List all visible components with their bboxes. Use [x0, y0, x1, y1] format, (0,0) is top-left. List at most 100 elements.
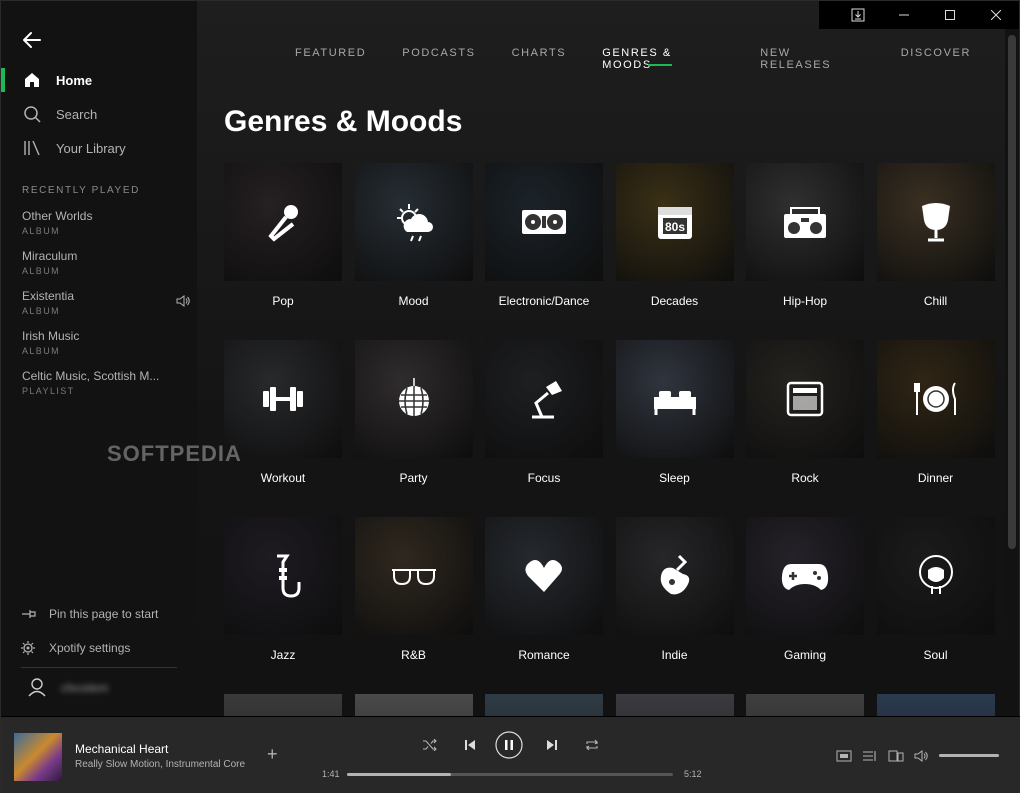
- microphone-icon: [258, 197, 308, 247]
- sidebar: Home Search Your Library RECENTLY PLAYED…: [1, 1, 197, 716]
- queue-icon[interactable]: [859, 750, 881, 762]
- tab-discover[interactable]: DISCOVER: [901, 47, 971, 67]
- genre-tile[interactable]: [485, 694, 603, 716]
- genre-tile[interactable]: [224, 163, 342, 281]
- genre-card-partial[interactable]: [224, 694, 342, 716]
- genre-card-electronic-dance[interactable]: Electronic/Dance: [485, 163, 603, 308]
- genre-label: Soul: [923, 648, 948, 662]
- genre-card-partial[interactable]: [615, 694, 734, 716]
- genre-card-party[interactable]: Party: [354, 340, 473, 485]
- pin-page-button[interactable]: Pin this page to start: [21, 597, 177, 631]
- genre-label: Dinner: [917, 471, 954, 485]
- tab-podcasts[interactable]: PODCASTS: [402, 47, 475, 67]
- genre-tile[interactable]: [876, 517, 995, 635]
- sunglasses-icon: [389, 551, 439, 601]
- gear-icon: [21, 641, 37, 655]
- download-icon[interactable]: [835, 1, 881, 29]
- genre-tile[interactable]: [876, 163, 995, 281]
- nav-item-library[interactable]: Your Library: [1, 131, 197, 165]
- genre-card-indie[interactable]: Indie: [615, 517, 734, 662]
- genre-tile[interactable]: [615, 340, 734, 458]
- library-icon: [22, 138, 42, 158]
- add-icon[interactable]: +: [267, 745, 278, 763]
- genre-card-sleep[interactable]: Sleep: [615, 340, 734, 485]
- minimize-icon[interactable]: [881, 1, 927, 29]
- tab-featured[interactable]: FEATURED: [295, 47, 366, 67]
- genre-tile[interactable]: [615, 694, 734, 716]
- genre-tile[interactable]: [485, 340, 603, 458]
- genre-tile[interactable]: [615, 517, 734, 635]
- genre-tile[interactable]: [746, 163, 864, 281]
- recent-item[interactable]: Miraculum ALBUM: [22, 249, 182, 289]
- genre-tile[interactable]: [746, 694, 864, 716]
- repeat-icon[interactable]: [581, 731, 603, 759]
- genre-card-decades[interactable]: 80s Decades: [615, 163, 734, 308]
- genre-card-pop[interactable]: Pop: [224, 163, 342, 308]
- genre-card-soul[interactable]: Soul: [876, 517, 995, 662]
- genre-card-mood[interactable]: Mood: [354, 163, 473, 308]
- genre-card-focus[interactable]: Focus: [485, 340, 603, 485]
- genre-tile[interactable]: [224, 694, 342, 716]
- previous-icon[interactable]: [459, 731, 481, 759]
- genre-card-dinner[interactable]: Dinner: [876, 340, 995, 485]
- tab-charts[interactable]: CHARTS: [512, 47, 567, 67]
- recent-item[interactable]: Existentia ALBUM: [22, 289, 190, 329]
- genre-card-rock[interactable]: Rock: [746, 340, 864, 485]
- progress-bar[interactable]: [347, 773, 673, 776]
- scrollbar[interactable]: [1005, 29, 1019, 716]
- pause-button[interactable]: [495, 731, 523, 759]
- genre-tile[interactable]: [746, 517, 864, 635]
- extra-controls: [833, 747, 937, 765]
- genre-card-partial[interactable]: [876, 694, 995, 716]
- genre-tile[interactable]: [354, 517, 473, 635]
- watermark: SOFTPEDIA: [107, 441, 242, 466]
- track-title[interactable]: Mechanical Heart: [75, 742, 168, 756]
- genre-tile[interactable]: [354, 340, 473, 458]
- devices-icon[interactable]: [885, 750, 907, 762]
- track-artist[interactable]: Really Slow Motion, Instrumental Core: [75, 759, 245, 770]
- tab-genres-moods[interactable]: GENRES & MOODS: [602, 47, 724, 71]
- recent-item[interactable]: Other Worlds ALBUM: [22, 209, 182, 249]
- next-icon[interactable]: [541, 731, 563, 759]
- recent-item[interactable]: Irish Music ALBUM: [22, 329, 182, 369]
- genre-tile[interactable]: [876, 694, 995, 716]
- close-icon[interactable]: [973, 1, 1019, 29]
- nav-label: Your Library: [56, 140, 126, 156]
- user-profile-button[interactable]: cfxcelem: [21, 668, 177, 708]
- genre-tile[interactable]: [485, 517, 603, 635]
- genre-tile[interactable]: [876, 340, 995, 458]
- back-arrow-icon[interactable]: [21, 29, 43, 51]
- egg-chair-icon: [911, 197, 961, 247]
- recent-item[interactable]: Celtic Music, Scottish M... PLAYLIST: [22, 369, 182, 409]
- volume-slider[interactable]: [939, 754, 999, 757]
- dumbbell-icon: [258, 374, 308, 424]
- genre-card-r-b[interactable]: R&B: [354, 517, 473, 662]
- genre-tile[interactable]: [354, 694, 473, 716]
- disco-ball-icon: [389, 374, 439, 424]
- genre-tile[interactable]: [746, 340, 864, 458]
- genre-tile[interactable]: [354, 163, 473, 281]
- genre-card-hip-hop[interactable]: Hip-Hop: [746, 163, 864, 308]
- nav-item-search[interactable]: Search: [1, 97, 197, 131]
- lyrics-icon[interactable]: [833, 750, 855, 762]
- tab-new-releases[interactable]: NEW RELEASES: [760, 47, 864, 71]
- guitar-icon: [650, 551, 700, 601]
- genre-tile[interactable]: [485, 163, 603, 281]
- genre-card-romance[interactable]: Romance: [485, 517, 603, 662]
- genre-card-partial[interactable]: [354, 694, 473, 716]
- settings-button[interactable]: Xpotify settings: [21, 631, 177, 665]
- album-cover[interactable]: [14, 733, 62, 781]
- playback-controls: [419, 731, 609, 759]
- nav-item-home[interactable]: Home: [1, 63, 197, 97]
- genre-card-chill[interactable]: Chill: [876, 163, 995, 308]
- volume-icon[interactable]: [911, 750, 933, 762]
- maximize-icon[interactable]: [927, 1, 973, 29]
- shuffle-icon[interactable]: [419, 731, 441, 759]
- genre-tile[interactable]: [224, 517, 342, 635]
- genre-card-gaming[interactable]: Gaming: [746, 517, 864, 662]
- scrollbar-thumb[interactable]: [1008, 35, 1016, 549]
- genre-tile[interactable]: 80s: [615, 163, 734, 281]
- genre-card-partial[interactable]: [485, 694, 603, 716]
- genre-card-jazz[interactable]: Jazz: [224, 517, 342, 662]
- genre-card-partial[interactable]: [746, 694, 864, 716]
